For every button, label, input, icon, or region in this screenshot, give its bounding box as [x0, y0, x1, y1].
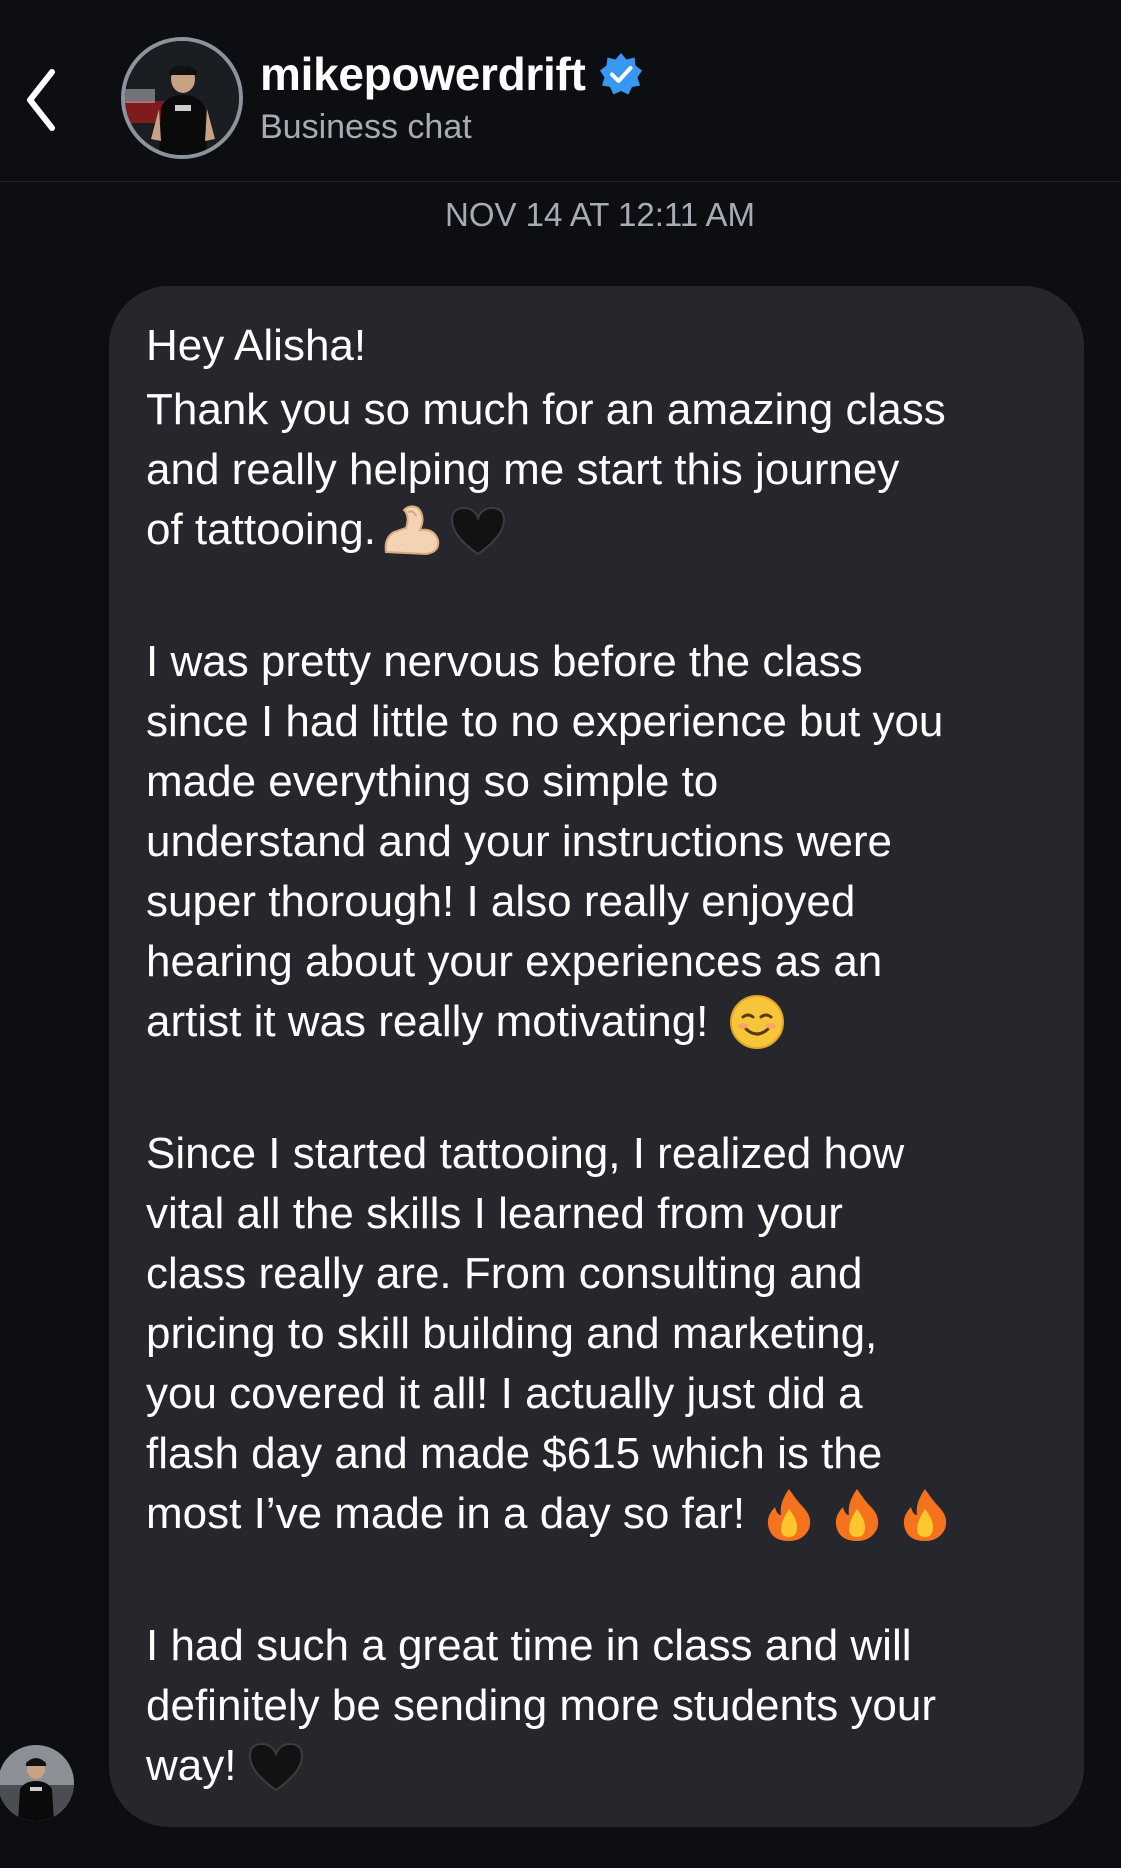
profile-avatar[interactable] [121, 37, 243, 159]
message-line: definitely be sending more students your [146, 1681, 937, 1730]
message-line-with-emoji: most I’ve made in a day so far! [146, 1484, 953, 1544]
chat-header: mikepowerdrift Business chat [0, 0, 1121, 182]
fire-emoji [904, 1489, 947, 1541]
verified-badge-icon [599, 53, 642, 95]
message-line: Since I started tattooing, I realized ho… [146, 1129, 905, 1178]
message-line: I had such a great time in class and wil… [146, 1621, 912, 1670]
message-text: most I’ve made in a day so far! [146, 1489, 746, 1538]
username[interactable]: mikepowerdrift [260, 47, 586, 101]
message-line: Hey Alisha! [146, 321, 367, 370]
fire-emoji [836, 1489, 879, 1541]
black-heart-emoji [450, 506, 505, 556]
message-line: pricing to skill building and marketing, [146, 1309, 878, 1358]
message-line: you covered it all! I actually just did … [146, 1369, 863, 1418]
message-line: vital all the skills I learned from your [146, 1189, 843, 1238]
message-line-with-emoji: of tattooing. [146, 500, 508, 560]
smiling-face-emoji [730, 995, 785, 1049]
message-text: of tattooing. [146, 505, 376, 554]
message-text: way! [146, 1741, 237, 1790]
message-line: made everything so simple to [146, 757, 719, 806]
message-line: understand and your instructions were [146, 817, 892, 866]
message-line: hearing about your experiences as an [146, 937, 883, 986]
message-line: and really helping me start this journey [146, 445, 900, 494]
message-timestamp: NOV 14 AT 12:11 AM [444, 196, 755, 233]
message-line: class really are. From consulting and [146, 1249, 863, 1298]
back-button[interactable] [20, 60, 80, 140]
message-line: super thorough! I also really enjoyed [146, 877, 856, 926]
username-row[interactable]: mikepowerdrift [260, 46, 644, 102]
sender-avatar[interactable] [0, 1745, 74, 1821]
message-line-with-emoji: artist it was really motivating! [146, 992, 786, 1052]
chevron-left-icon [27, 69, 55, 131]
message-line-with-emoji: way! [146, 1736, 306, 1796]
message-line: I was pretty nervous before the class [146, 637, 863, 686]
flexed-biceps-emoji [384, 505, 440, 556]
message-text: artist it was really motivating! [146, 997, 709, 1046]
message-line: flash day and made $615 which is the [146, 1429, 883, 1478]
chat-type-label: Business chat [260, 108, 472, 146]
black-heart-emoji [249, 1742, 304, 1792]
message-line: Thank you so much for an amazing class [146, 385, 946, 434]
message-line: since I had little to no experience but … [146, 697, 944, 746]
fire-emoji [768, 1489, 811, 1541]
